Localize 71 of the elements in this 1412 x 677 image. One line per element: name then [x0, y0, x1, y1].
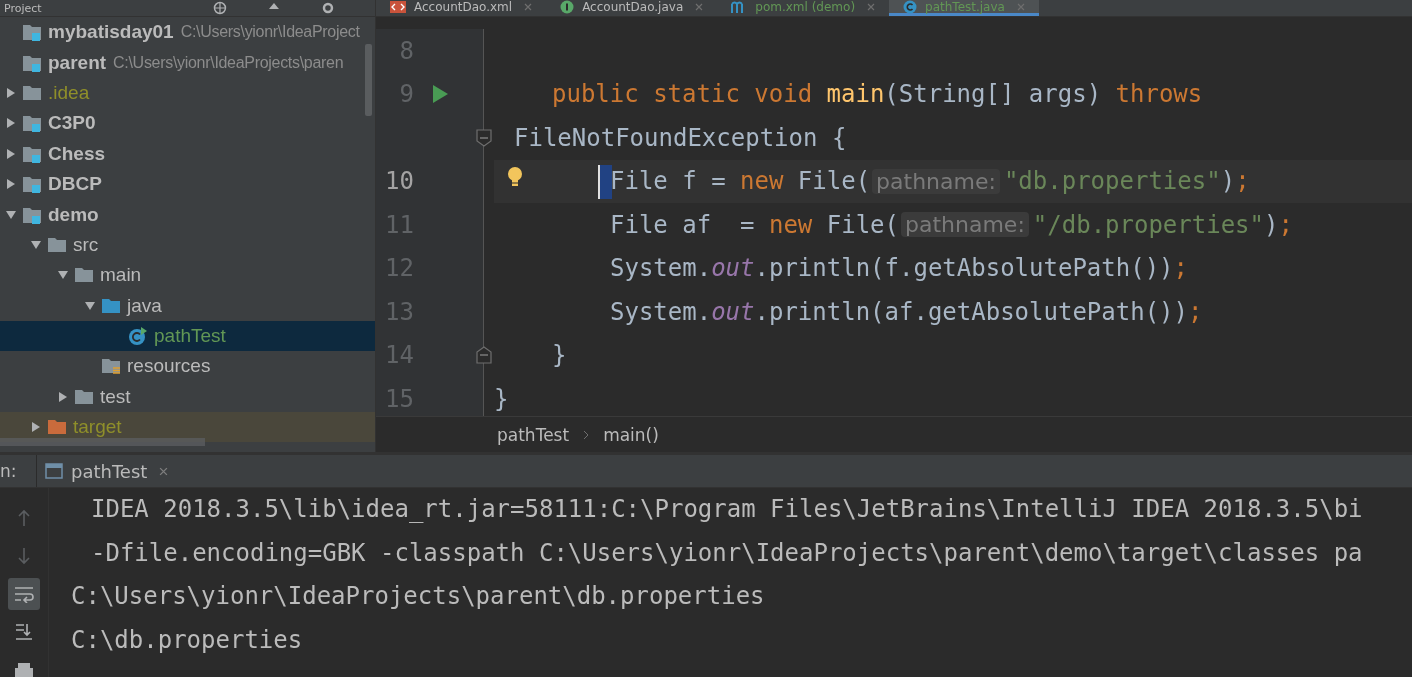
tree-item[interactable]: main [0, 260, 375, 291]
tree-item[interactable]: src [0, 229, 375, 261]
expand-arrow-icon[interactable] [30, 238, 42, 251]
expand-arrow-icon[interactable] [57, 390, 69, 403]
module-folder-icon [22, 22, 42, 43]
parameter-hint: pathname: [872, 168, 1000, 194]
expand-arrow-icon[interactable] [30, 421, 42, 434]
expand-arrow-icon[interactable] [5, 86, 17, 99]
tree-item[interactable]: DBCP [0, 168, 375, 200]
tree-item[interactable]: mybatisday01 C:\Users\yionr\IdeaProject [0, 17, 375, 48]
code-text: "db.properties"); [1003, 167, 1250, 196]
module-path: C:\Users\yionr\IdeaProject [180, 23, 360, 42]
code-text: File af = new File( [610, 210, 899, 239]
code-text: public static void main(String[] args) throws [552, 80, 1203, 109]
code-text: System.out.println(f.getAbsolutePath()); [610, 254, 1188, 283]
toolbar-button[interactable] [8, 578, 40, 610]
console-line: C:\db.properties [71, 624, 304, 656]
tree-item[interactable]: test [0, 381, 375, 413]
panel-title: Project [3, 1, 43, 15]
code-text: FileNotFoundException { [514, 123, 847, 152]
tree-item[interactable]: C3P0 [0, 108, 375, 139]
tree-item[interactable]: .idea [0, 77, 375, 109]
tree-item[interactable]: pathTest [0, 320, 375, 352]
line-number: 10 [384, 167, 414, 196]
target-icon[interactable] [213, 1, 228, 15]
tool-window-title: n: [0, 461, 18, 481]
tree-item[interactable]: Chess [0, 138, 375, 169]
editor-tab[interactable]: AccountDao.java [546, 0, 718, 16]
module-folder-icon [22, 174, 42, 195]
soft-wrap-icon [14, 585, 34, 603]
resources-folder-icon [101, 356, 121, 377]
xml-file-icon [390, 0, 406, 13]
editor-tab[interactable]: AccountDao.xml [376, 0, 547, 16]
console-icon [45, 463, 63, 479]
module-path: C:\Users\yionr\IdeaProjects\paren [113, 53, 344, 72]
expand-arrow-icon[interactable] [84, 299, 96, 312]
text-caret [598, 164, 612, 199]
class-icon [128, 326, 148, 347]
fold-marker-icon[interactable] [476, 128, 492, 147]
code-text: } [494, 384, 509, 413]
code-text: } [552, 341, 567, 370]
tree-item[interactable]: java [0, 290, 375, 321]
fold-marker-icon[interactable] [476, 346, 492, 365]
console-line: C:\Users\yionr\IdeaProjects\parent\db.properties [71, 581, 766, 612]
code-text: File f = new File( [610, 167, 871, 196]
scrollbar-thumb[interactable] [365, 44, 372, 116]
editor-tab[interactable]: pom.xml (demo) [717, 0, 890, 16]
close-icon[interactable] [159, 466, 169, 476]
tree-item[interactable]: resources [0, 351, 375, 382]
up-arrow-icon [16, 509, 32, 527]
run-icon[interactable] [432, 85, 448, 104]
console-line: IDEA 2018.3.5\lib\idea_rt.jar=58111:C:\Program Files\JetBrains\IntelliJ IDEA 2018.3.5\bi [90, 494, 1364, 525]
scrollbar-thumb[interactable] [0, 438, 205, 446]
breadcrumb[interactable]: main() [603, 424, 659, 445]
breadcrumb[interactable]: pathTest [497, 424, 570, 445]
scroll-to-end-icon [15, 623, 33, 641]
expand-arrow-icon[interactable] [5, 147, 17, 160]
chevron-icon [583, 429, 590, 440]
down-arrow-icon [16, 547, 32, 565]
tree-item[interactable]: parent C:\Users\yionr\IdeaProjects\paren [0, 47, 375, 78]
class-icon [903, 0, 918, 14]
tree-item[interactable]: demo [0, 199, 375, 230]
expand-arrow-icon[interactable] [5, 208, 17, 221]
lightbulb-icon[interactable] [507, 165, 523, 188]
expand-arrow-icon[interactable] [5, 178, 17, 191]
parameter-hint: pathname: [901, 212, 1029, 238]
module-folder-icon [22, 113, 42, 134]
code-text: System.out.println(af.getAbsolutePath()); [610, 297, 1203, 326]
expand-arrow-icon[interactable] [5, 117, 17, 130]
code-text: "/db.properties"); [1032, 210, 1293, 239]
console-line: -Dfile.encoding=GBK -classpath C:\Users\yionr\IdeaProjects\parent\demo\target\classes pa [90, 537, 1364, 569]
